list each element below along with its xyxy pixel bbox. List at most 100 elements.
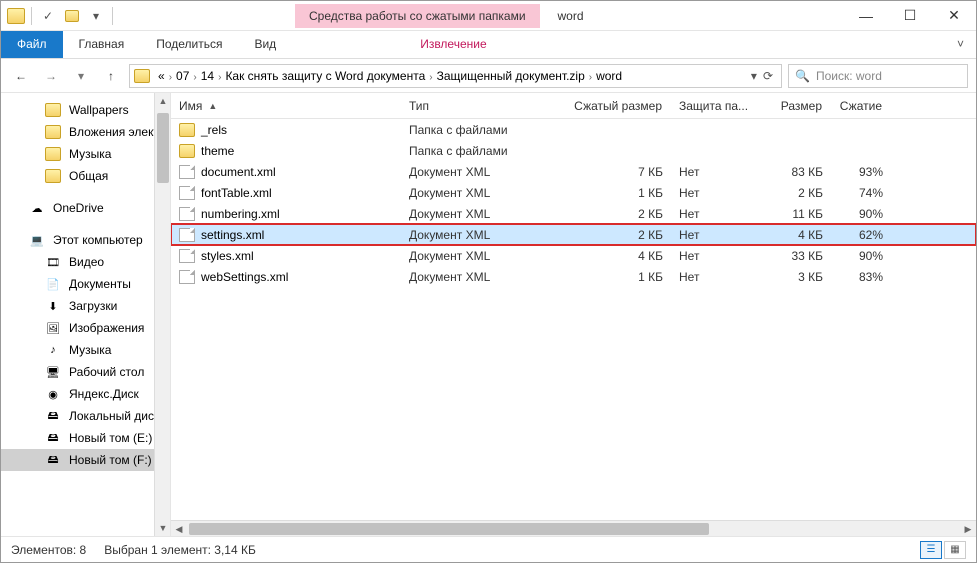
- col-compressed-size[interactable]: Сжатый размер: [551, 99, 671, 113]
- file-name: document.xml: [201, 165, 276, 179]
- sidebar-item[interactable]: ☁OneDrive: [1, 197, 170, 219]
- file-type: Документ XML: [401, 207, 551, 221]
- scroll-right-icon[interactable]: ▶: [960, 521, 976, 537]
- file-type: Документ XML: [401, 186, 551, 200]
- sidebar-item[interactable]: 🖼Изображения: [1, 317, 170, 339]
- sidebar-item[interactable]: 🖴Локальный диск: [1, 405, 170, 427]
- file-name: _rels: [201, 123, 227, 137]
- sidebar-item[interactable]: ♪Музыка: [1, 339, 170, 361]
- file-size: 3 КБ: [761, 270, 831, 284]
- col-name[interactable]: Имя▲: [171, 99, 401, 113]
- close-button[interactable]: ✕: [932, 1, 976, 31]
- sidebar-item[interactable]: 💻Этот компьютер: [1, 229, 170, 251]
- sidebar-item[interactable]: Вложения электр: [1, 121, 170, 143]
- pc-icon: 💻: [29, 233, 45, 247]
- file-icon: [179, 186, 195, 200]
- scroll-thumb[interactable]: [189, 523, 709, 535]
- sidebar-item-label: Локальный диск: [69, 409, 159, 423]
- maximize-button[interactable]: ☐: [888, 1, 932, 31]
- tab-file[interactable]: Файл: [1, 31, 63, 58]
- ribbon-collapse-button[interactable]: ˅: [945, 31, 976, 58]
- sidebar-scrollbar[interactable]: ▲ ▼: [154, 93, 170, 536]
- sidebar-item[interactable]: Музыка: [1, 143, 170, 165]
- nav-back-button[interactable]: ←: [9, 64, 33, 88]
- nav-up-button[interactable]: ↑: [99, 64, 123, 88]
- scroll-up-icon[interactable]: ▲: [155, 93, 171, 109]
- table-row[interactable]: fontTable.xmlДокумент XML1 КБНет2 КБ74%: [171, 182, 976, 203]
- table-row[interactable]: settings.xmlДокумент XML2 КБНет4 КБ62%: [171, 224, 976, 245]
- tab-home[interactable]: Главная: [63, 31, 141, 58]
- sidebar-item[interactable]: 🖴Новый том (E:): [1, 427, 170, 449]
- col-type[interactable]: Тип: [401, 99, 551, 113]
- folder-icon: [134, 69, 150, 83]
- breadcrumb-segment[interactable]: word: [592, 69, 626, 83]
- qat-properties-button[interactable]: ✓: [38, 6, 58, 26]
- minimize-button[interactable]: —: [844, 1, 888, 31]
- sidebar-item-label: Музыка: [69, 343, 111, 357]
- nav-forward-button[interactable]: →: [39, 64, 63, 88]
- sidebar-item[interactable]: ◉Яндекс.Диск: [1, 383, 170, 405]
- file-size: 33 КБ: [761, 249, 831, 263]
- breadcrumb-segment[interactable]: Защищенный документ.zip: [433, 69, 589, 83]
- sidebar-item[interactable]: 🖥Рабочий стол: [1, 361, 170, 383]
- folder-icon: [45, 103, 61, 117]
- address-bar[interactable]: «›07›14›Как снять защиту с Word документ…: [129, 64, 782, 88]
- col-protection[interactable]: Защита па...: [671, 99, 761, 113]
- table-row[interactable]: document.xmlДокумент XML7 КБНет83 КБ93%: [171, 161, 976, 182]
- horizontal-scrollbar[interactable]: ◀ ▶: [171, 520, 976, 536]
- chevron-down-icon[interactable]: ▾: [751, 69, 757, 83]
- chevron-down-icon: ▾: [93, 9, 99, 23]
- file-size: 11 КБ: [761, 207, 831, 221]
- file-compressed-size: 7 КБ: [551, 165, 671, 179]
- sidebar-item[interactable]: 🖴Новый том (F:): [1, 449, 170, 471]
- sidebar-item-label: Рабочий стол: [69, 365, 144, 379]
- view-switcher: ☰ ▦: [920, 541, 966, 559]
- status-item-count: Элементов: 8: [11, 543, 86, 557]
- window-title: word: [558, 9, 584, 23]
- table-row[interactable]: styles.xmlДокумент XML4 КБНет33 КБ90%: [171, 245, 976, 266]
- download-icon: ⬇: [45, 299, 61, 313]
- status-bar: Элементов: 8 Выбран 1 элемент: 3,14 КБ ☰…: [1, 536, 976, 562]
- qat-new-folder-button[interactable]: [62, 6, 82, 26]
- table-row[interactable]: numbering.xmlДокумент XML2 КБНет11 КБ90%: [171, 203, 976, 224]
- tab-view[interactable]: Вид: [238, 31, 292, 58]
- scroll-down-icon[interactable]: ▼: [155, 520, 171, 536]
- table-row[interactable]: _relsПапка с файлами: [171, 119, 976, 140]
- sidebar-item-label: Музыка: [69, 147, 111, 161]
- sidebar-item[interactable]: Общая: [1, 165, 170, 187]
- file-type: Документ XML: [401, 228, 551, 242]
- view-icons-button[interactable]: ▦: [944, 541, 966, 559]
- col-ratio[interactable]: Сжатие: [831, 99, 891, 113]
- nav-recent-button[interactable]: ▾: [69, 64, 93, 88]
- file-name: styles.xml: [201, 249, 254, 263]
- sidebar-item[interactable]: 📄Документы: [1, 273, 170, 295]
- tab-extract[interactable]: Извлечение: [404, 31, 502, 58]
- file-icon: [179, 207, 195, 221]
- folder-icon: [45, 169, 61, 183]
- tab-share[interactable]: Поделиться: [140, 31, 238, 58]
- view-details-button[interactable]: ☰: [920, 541, 942, 559]
- table-row[interactable]: webSettings.xmlДокумент XML1 КБНет3 КБ83…: [171, 266, 976, 287]
- file-icon: [179, 165, 195, 179]
- breadcrumb-segment[interactable]: 07: [172, 69, 193, 83]
- breadcrumb-segment[interactable]: «: [154, 69, 169, 83]
- file-name: numbering.xml: [201, 207, 280, 221]
- file-size: 4 КБ: [761, 228, 831, 242]
- breadcrumb-segment[interactable]: 14: [197, 69, 218, 83]
- refresh-icon[interactable]: ⟳: [763, 69, 773, 83]
- file-ratio: 90%: [831, 207, 891, 221]
- col-size[interactable]: Размер: [761, 99, 831, 113]
- qat-dropdown-button[interactable]: ▾: [86, 6, 106, 26]
- scroll-left-icon[interactable]: ◀: [171, 521, 187, 537]
- file-name: fontTable.xml: [201, 186, 272, 200]
- scroll-thumb[interactable]: [157, 113, 169, 183]
- sidebar-item[interactable]: Wallpapers: [1, 99, 170, 121]
- search-box[interactable]: 🔍 Поиск: word: [788, 64, 968, 88]
- title-bar: ✓ ▾ Средства работы со сжатыми папками w…: [1, 1, 976, 31]
- content-area: WallpapersВложения электр Музыка Общая ☁One…: [1, 93, 976, 536]
- nav-bar: ← → ▾ ↑ «›07›14›Как снять защиту с Word …: [1, 59, 976, 93]
- breadcrumb-segment[interactable]: Как снять защиту с Word документа: [221, 69, 429, 83]
- sidebar-item[interactable]: ⬇Загрузки: [1, 295, 170, 317]
- sidebar-item[interactable]: 🎞Видео: [1, 251, 170, 273]
- table-row[interactable]: themeПапка с файлами: [171, 140, 976, 161]
